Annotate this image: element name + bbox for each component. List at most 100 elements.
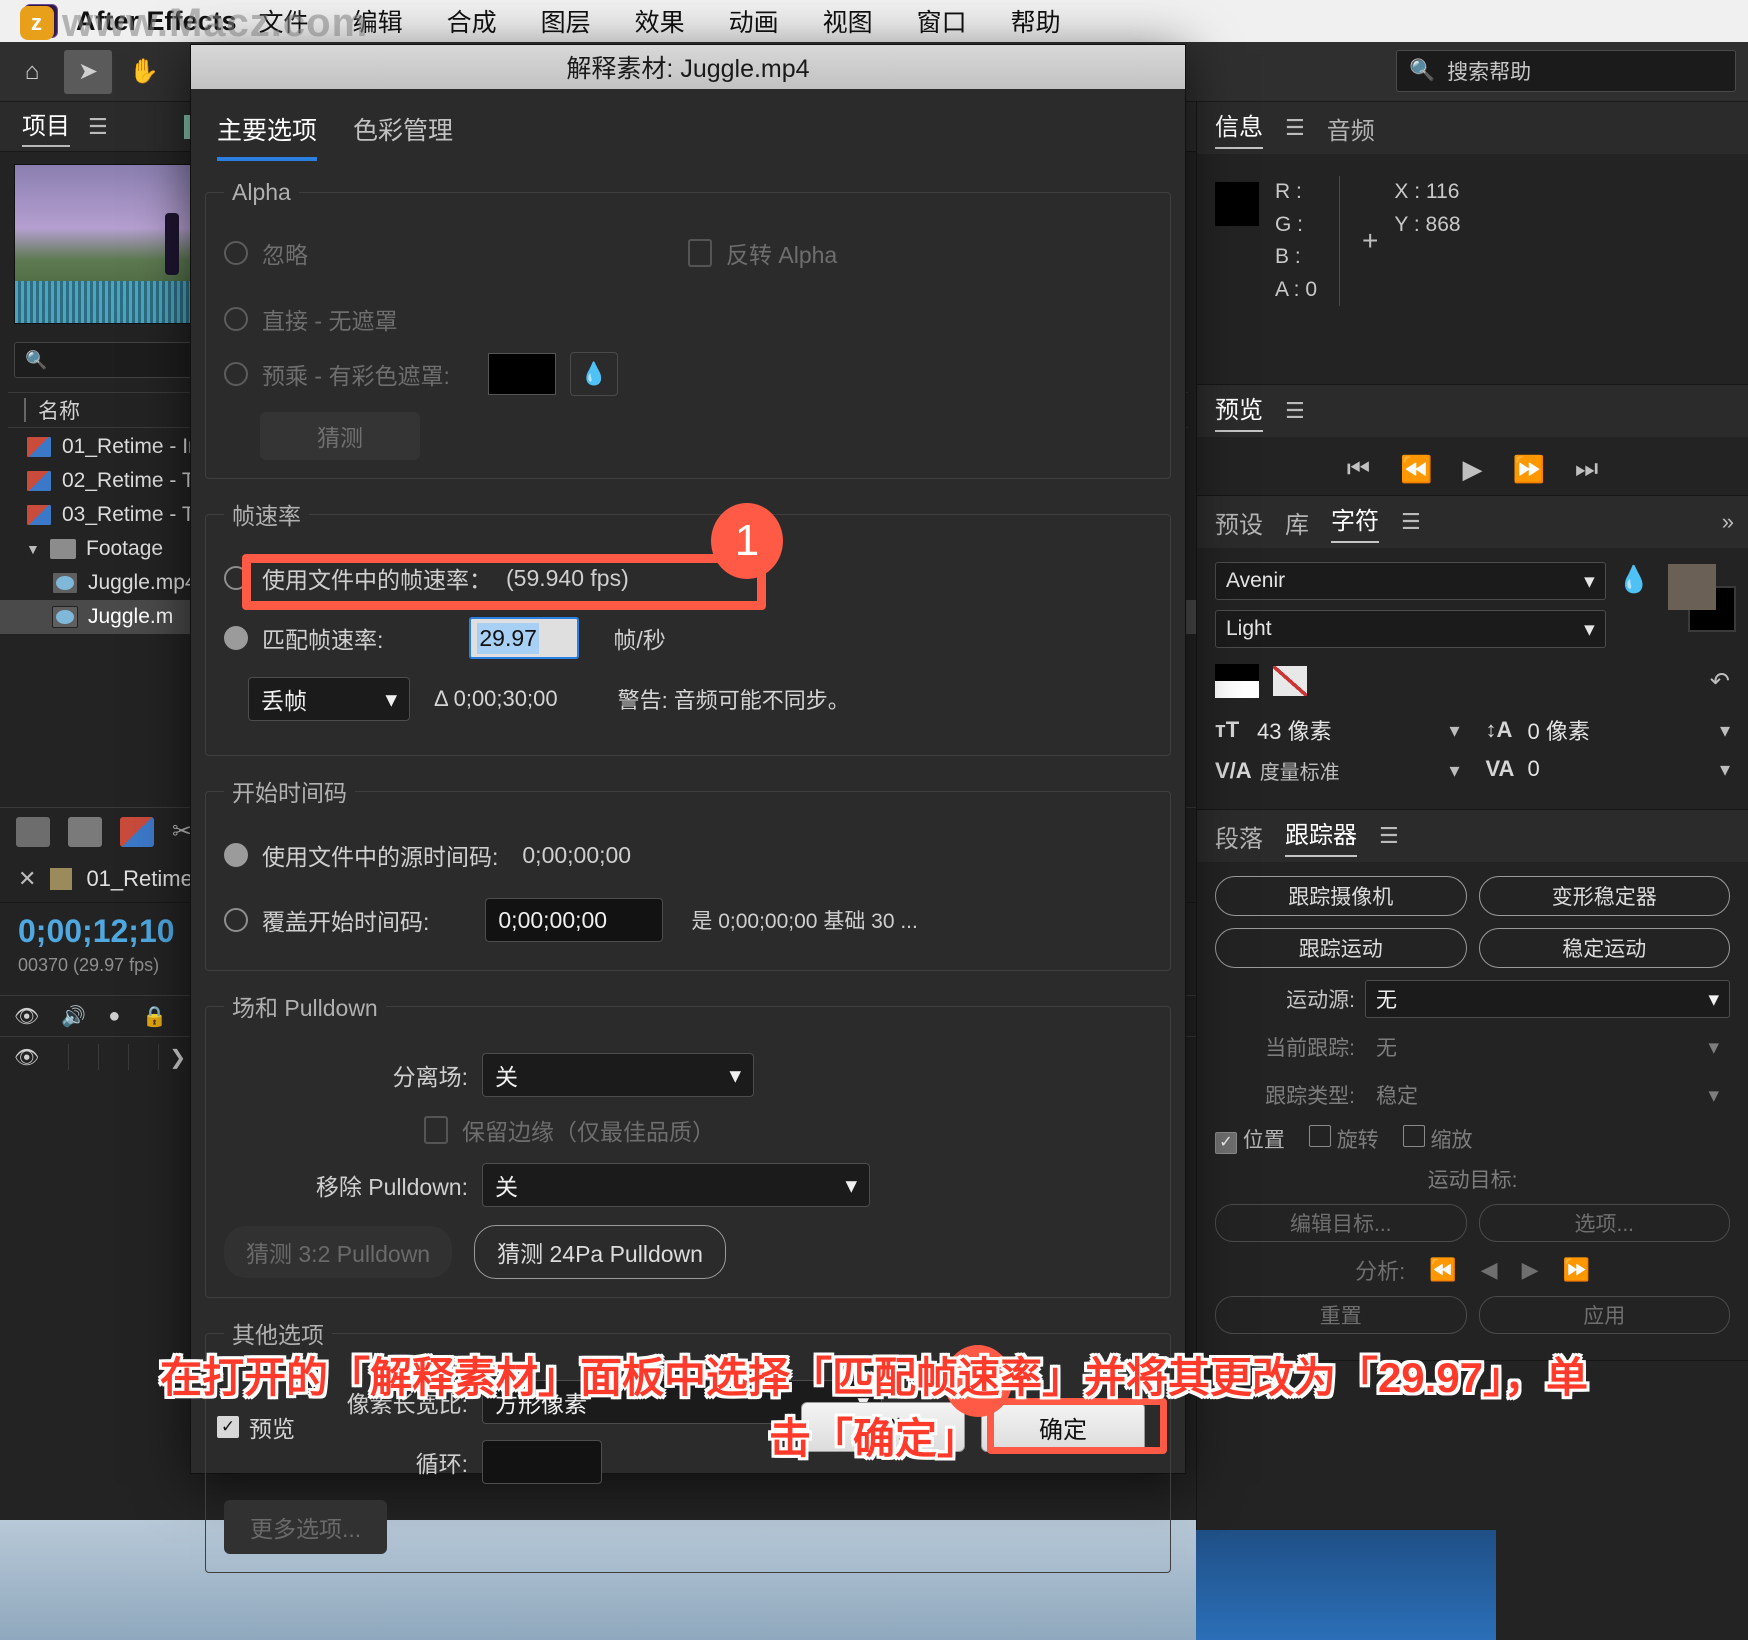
home-icon[interactable]: ⌂ (8, 50, 56, 94)
font-size-row[interactable]: тT 43 像素 ▾ (1215, 714, 1460, 746)
match-frame-rate-option[interactable]: 匹配帧速率: 29.97 帧/秒 (224, 617, 1152, 659)
menu-item-view[interactable]: 视图 (801, 3, 895, 39)
hamburger-icon[interactable]: ☰ (88, 114, 108, 140)
hamburger-icon[interactable]: ☰ (1401, 509, 1421, 535)
guess-32-pulldown-button[interactable]: 猜测 3:2 Pulldown (224, 1226, 453, 1278)
alpha-premultiplied-option[interactable]: 预乘 - 有彩色遮罩: 💧 (224, 352, 1152, 396)
switch-cell[interactable] (129, 1044, 160, 1070)
rotation-checkbox[interactable] (1308, 1125, 1331, 1147)
font-family-select[interactable]: Avenir ▾ (1215, 562, 1606, 600)
new-composition-icon[interactable] (120, 816, 154, 847)
edit-target-button[interactable]: 编辑目标... (1215, 1204, 1467, 1242)
lock-icon[interactable]: 🔒 (142, 1004, 167, 1029)
current-time-display[interactable]: 0;00;12;10 (18, 913, 175, 950)
more-options-button[interactable]: 更多选项... (224, 1500, 388, 1554)
fill-stroke-swatches[interactable] (1658, 564, 1736, 632)
tab-audio[interactable]: 音频 (1327, 111, 1375, 146)
matte-color-swatch[interactable] (487, 353, 556, 395)
separate-fields-select[interactable]: 关 ▾ (482, 1053, 754, 1097)
swap-colors-icon[interactable]: ↶ (1710, 667, 1730, 696)
eye-icon[interactable]: 👁 (14, 1045, 39, 1070)
track-motion-button[interactable]: 跟踪运动 (1215, 928, 1467, 968)
track-camera-button[interactable]: 跟踪摄像机 (1215, 876, 1467, 916)
menu-item-help[interactable]: 帮助 (989, 3, 1083, 39)
switch-cell[interactable] (69, 1044, 100, 1070)
override-timecode-input[interactable]: 0;00;00;00 (485, 898, 664, 942)
ok-button[interactable]: 确定 (981, 1402, 1145, 1452)
menu-item-animation[interactable]: 动画 (707, 3, 801, 39)
preview-checkbox-wrap[interactable]: ✓ 预览 (217, 1410, 295, 1444)
tab-main-options[interactable]: 主要选项 (217, 111, 318, 161)
drop-frame-select[interactable]: 丢帧 ▾ (248, 677, 410, 721)
chevron-double-right-icon[interactable]: » (1722, 509, 1734, 535)
cancel-button[interactable]: 取消 (801, 1402, 965, 1452)
hamburger-icon[interactable]: ☰ (1379, 823, 1399, 849)
use-file-frame-rate-option[interactable]: 使用文件中的帧速率： (59.940 fps) (224, 561, 1152, 595)
leading-row[interactable]: ↕A 0 像素 ▾ (1486, 714, 1731, 746)
menu-item-edit[interactable]: 编辑 (331, 3, 425, 39)
tab-tracker[interactable]: 跟踪器 (1285, 815, 1357, 857)
preview-checkbox[interactable]: ✓ (217, 1416, 239, 1438)
switch-cell[interactable] (39, 1044, 70, 1070)
chevron-right-icon[interactable]: ❯ (169, 1045, 186, 1070)
guess-24pa-pulldown-button[interactable]: 猜测 24Pa Pulldown (474, 1225, 726, 1279)
hand-tool-icon[interactable]: ✋ (120, 50, 168, 94)
tracking-row[interactable]: VA 0 ▾ (1486, 756, 1731, 782)
alpha-straight-option[interactable]: 直接 - 无遮罩 (224, 302, 1152, 336)
tab-info[interactable]: 信息 (1215, 107, 1263, 149)
chevron-down-icon[interactable]: ▾ (1449, 718, 1459, 743)
alpha-guess-button[interactable]: 猜测 (260, 412, 420, 460)
new-folder-icon[interactable] (16, 816, 50, 847)
alpha-ignore-option[interactable]: 忽略 (224, 236, 688, 270)
no-fill-icon[interactable] (1273, 666, 1307, 696)
analyze-forward-all-icon[interactable]: ⏩ (1562, 1257, 1589, 1283)
scale-checkbox[interactable] (1402, 1125, 1425, 1147)
motion-source-select[interactable]: 无 ▾ (1365, 980, 1730, 1018)
source-timecode-option[interactable]: 使用文件中的源时间码: 0;00;00;00 (224, 838, 1152, 872)
close-icon[interactable]: ✕ (18, 866, 36, 892)
override-timecode-option[interactable]: 覆盖开始时间码: 0;00;00;00 是 0;00;00;00 基础 30 .… (224, 898, 1152, 942)
tab-preview[interactable]: 预览 (1215, 390, 1263, 432)
search-help-box[interactable]: 🔍 搜索帮助 (1396, 50, 1736, 92)
frame-rate-input[interactable]: 29.97 (469, 617, 580, 659)
hamburger-icon[interactable]: ☰ (1285, 115, 1305, 141)
audio-icon[interactable]: 🔊 (61, 1004, 86, 1029)
menu-item-effect[interactable]: 效果 (613, 3, 707, 39)
chevron-down-icon[interactable]: ▾ (1720, 718, 1730, 743)
chevron-down-icon[interactable]: ▾ (1720, 757, 1730, 782)
tab-paragraph[interactable]: 段落 (1215, 819, 1263, 854)
remove-pulldown-select[interactable]: 关 ▾ (482, 1163, 870, 1207)
menu-item-file[interactable]: 文件 (237, 3, 331, 39)
folder-icon[interactable] (68, 816, 102, 847)
tab-presets[interactable]: 预设 (1215, 505, 1263, 540)
invert-alpha-option[interactable]: 反转 Alpha (688, 236, 1152, 270)
default-colors-icon[interactable] (1215, 664, 1259, 698)
next-frame-icon[interactable]: ⏩ (1513, 454, 1545, 485)
eye-icon[interactable]: 👁 (14, 1004, 39, 1029)
apply-button[interactable]: 应用 (1478, 1296, 1730, 1334)
menu-item-layer[interactable]: 图层 (519, 3, 613, 39)
last-frame-icon[interactable]: ⏭ (1575, 453, 1598, 485)
menu-item-composition[interactable]: 合成 (425, 3, 519, 39)
play-icon[interactable]: ▶ (1463, 454, 1483, 485)
prev-frame-icon[interactable]: ⏪ (1400, 454, 1432, 485)
menu-item-window[interactable]: 窗口 (895, 3, 989, 39)
selection-tool-icon[interactable]: ➤ (64, 49, 112, 94)
tab-color-management[interactable]: 色彩管理 (353, 111, 453, 161)
kerning-row[interactable]: V/A 度量标准 ▾ (1215, 756, 1460, 785)
reset-button[interactable]: 重置 (1215, 1296, 1467, 1334)
preserve-edges-option[interactable]: 保留边缘（仅最佳品质） (424, 1113, 1152, 1147)
tab-character[interactable]: 字符 (1331, 501, 1379, 543)
analyze-back-icon[interactable]: ◀ (1481, 1257, 1498, 1283)
fill-color-swatch[interactable] (1668, 564, 1716, 610)
analyze-forward-icon[interactable]: ▶ (1522, 1257, 1539, 1283)
position-checkbox[interactable]: ✓ (1215, 1132, 1237, 1154)
chevron-down-icon[interactable]: ▼ (26, 541, 40, 557)
hamburger-icon[interactable]: ☰ (1285, 398, 1305, 424)
stabilize-motion-button[interactable]: 稳定运动 (1478, 928, 1730, 968)
warp-stabilizer-button[interactable]: 变形稳定器 (1478, 876, 1730, 916)
tab-libraries[interactable]: 库 (1285, 505, 1309, 540)
switch-cell[interactable] (99, 1044, 130, 1070)
analyze-back-all-icon[interactable]: ⏪ (1429, 1257, 1456, 1283)
options-button[interactable]: 选项... (1478, 1204, 1730, 1242)
